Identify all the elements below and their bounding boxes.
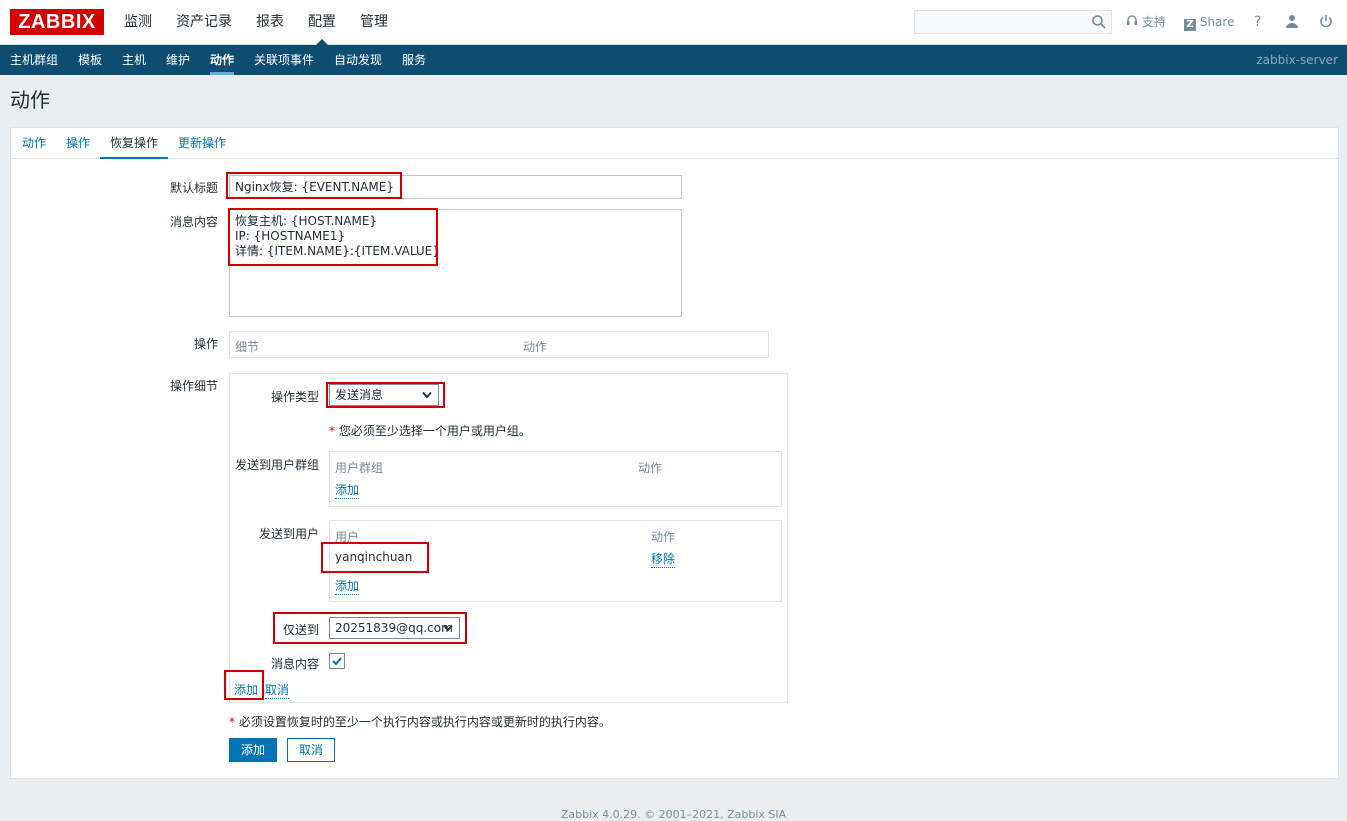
message-label: 消息内容 bbox=[169, 215, 218, 229]
top-header: ZABBIX 监测 资产记录 报表 配置 管理 支持 Z Share ? bbox=[0, 0, 1347, 45]
footer-copyright: Zabbix 4.0.29. © 2001–2021, Zabbix SIA bbox=[560, 808, 787, 821]
add-button[interactable]: 添加 bbox=[229, 738, 277, 762]
groups-col-action: 动作 bbox=[638, 461, 663, 475]
submenu-discovery[interactable]: 自动发现 bbox=[334, 45, 382, 75]
message-content-checkbox[interactable] bbox=[329, 653, 345, 669]
submenu-hosts[interactable]: 主机 bbox=[122, 45, 146, 75]
submenu-services[interactable]: 服务 bbox=[402, 45, 426, 75]
menu-inventory[interactable]: 资产记录 bbox=[164, 0, 244, 44]
tab-action[interactable]: 动作 bbox=[22, 128, 46, 158]
operations-table: 细节 动作 bbox=[229, 331, 769, 358]
menu-monitoring[interactable]: 监测 bbox=[112, 0, 164, 44]
support-link[interactable]: 支持 bbox=[1126, 0, 1166, 44]
bottom-note: * 必须设置恢复时的至少一个执行内容或执行内容或更新时的执行内容。 bbox=[229, 713, 611, 730]
op-type-label: 操作类型 bbox=[270, 390, 319, 404]
operations-label: 操作 bbox=[193, 337, 218, 351]
action-form-panel: 动作 操作 恢复操作 更新操作 默认标题 Nginx恢复: {EVENT.NAM… bbox=[10, 127, 1339, 779]
highlight-box bbox=[273, 612, 467, 644]
headset-icon bbox=[1127, 15, 1137, 25]
submenu-templates[interactable]: 模板 bbox=[78, 45, 102, 75]
submenu-event-correlation[interactable]: 关联项事件 bbox=[254, 45, 314, 75]
page-title: 动作 bbox=[10, 88, 50, 112]
cancel-button[interactable]: 取消 bbox=[287, 738, 335, 762]
sub-menu: 主机群组 模板 主机 维护 动作 关联项事件 自动发现 服务 zabbix-se… bbox=[0, 45, 1347, 75]
required-asterisk: * bbox=[229, 715, 239, 729]
share-link[interactable]: Z Share bbox=[1184, 0, 1234, 44]
tab-operations[interactable]: 操作 bbox=[66, 128, 90, 158]
search-box bbox=[914, 10, 1112, 34]
op-details-label: 操作细节 bbox=[169, 379, 218, 393]
send-groups-table: 用户群组 动作 添加 bbox=[329, 451, 782, 507]
checkmark-icon bbox=[332, 657, 342, 666]
search-input[interactable] bbox=[915, 11, 1093, 33]
send-users-label: 发送到用户 bbox=[258, 527, 319, 541]
add-user-link[interactable]: 添加 bbox=[335, 577, 360, 595]
menu-administration[interactable]: 管理 bbox=[348, 0, 400, 44]
groups-col-group: 用户群组 bbox=[335, 461, 384, 475]
main-menu: 监测 资产记录 报表 配置 管理 bbox=[112, 0, 400, 45]
operations-col-details: 细节 bbox=[235, 340, 260, 354]
menu-reports[interactable]: 报表 bbox=[244, 0, 296, 44]
zabbix-logo[interactable]: ZABBIX bbox=[10, 9, 104, 35]
details-cancel-link[interactable]: 取消 bbox=[265, 681, 290, 699]
highlight-box bbox=[226, 172, 402, 199]
share-label: Share bbox=[1199, 15, 1235, 29]
tab-update-operations[interactable]: 更新操作 bbox=[178, 128, 226, 158]
operations-col-action: 动作 bbox=[523, 340, 548, 354]
highlight-box bbox=[228, 208, 438, 266]
share-icon: Z bbox=[1184, 19, 1196, 31]
server-name: zabbix-server bbox=[1256, 53, 1338, 67]
remove-user-link[interactable]: 移除 bbox=[651, 550, 676, 568]
send-groups-label: 发送到用户群组 bbox=[234, 458, 319, 472]
search-icon[interactable] bbox=[1091, 14, 1107, 30]
must-select-note: * 您必须至少选择一个用户或用户组。 bbox=[329, 422, 531, 439]
highlight-box bbox=[321, 542, 429, 573]
must-select-text: 您必须至少选择一个用户或用户组。 bbox=[338, 424, 531, 438]
bottom-note-text: 必须设置恢复时的至少一个执行内容或执行内容或更新时的执行内容。 bbox=[238, 715, 611, 729]
users-col-action: 动作 bbox=[651, 530, 676, 544]
highlight-box bbox=[224, 670, 264, 700]
sign-out-icon[interactable] bbox=[1319, 14, 1333, 28]
submenu-actions[interactable]: 动作 bbox=[210, 45, 235, 75]
help-icon[interactable]: ? bbox=[1254, 0, 1261, 44]
support-label: 支持 bbox=[1141, 15, 1166, 29]
tab-recovery-operations[interactable]: 恢复操作 bbox=[99, 128, 169, 159]
submenu-maintenance[interactable]: 维护 bbox=[166, 45, 190, 75]
default-subject-label: 默认标题 bbox=[169, 181, 218, 195]
highlight-box bbox=[326, 382, 445, 408]
submenu-host-groups[interactable]: 主机群组 bbox=[10, 45, 58, 75]
menu-configuration[interactable]: 配置 bbox=[296, 0, 348, 45]
required-asterisk: * bbox=[329, 424, 339, 438]
add-group-link[interactable]: 添加 bbox=[335, 481, 360, 499]
user-profile-icon[interactable] bbox=[1285, 14, 1299, 28]
form-tabs: 动作 操作 恢复操作 更新操作 bbox=[11, 128, 1338, 159]
